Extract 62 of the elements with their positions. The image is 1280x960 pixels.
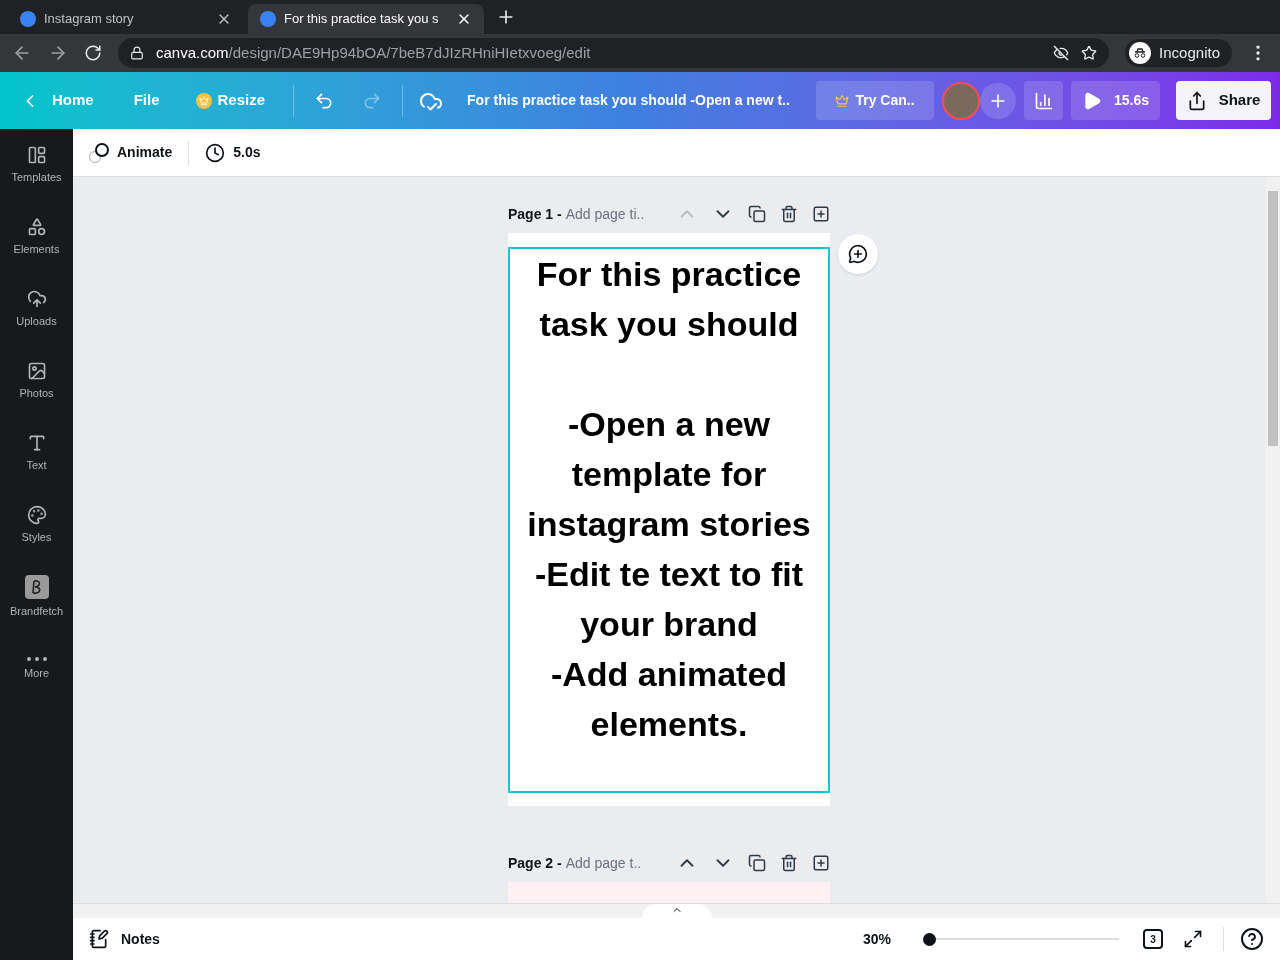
scrollbar[interactable] xyxy=(1265,177,1280,903)
duration-button[interactable]: 5.0s xyxy=(205,142,261,163)
page-label: Page 2 - xyxy=(508,853,562,873)
zoom-slider-thumb[interactable] xyxy=(923,932,936,946)
zoom-percent: 30% xyxy=(862,929,891,949)
profile-button[interactable]: Incognito xyxy=(1125,39,1232,67)
image-icon xyxy=(26,360,47,381)
incognito-icon xyxy=(1129,42,1152,64)
trash-icon[interactable] xyxy=(780,205,798,223)
crown-icon xyxy=(195,92,212,109)
crown-icon xyxy=(835,93,850,108)
sidebar-item[interactable]: More xyxy=(0,633,73,705)
add-page-icon[interactable] xyxy=(812,205,830,223)
page-title-field[interactable]: Add page t.. xyxy=(565,852,642,874)
star-icon[interactable] xyxy=(1081,45,1098,61)
shapes-icon xyxy=(26,216,47,237)
layout-icon xyxy=(26,144,47,165)
sidebar-item[interactable]: Templates xyxy=(0,129,73,201)
cloud-upload-icon xyxy=(26,288,47,309)
comment-icon[interactable] xyxy=(838,234,878,274)
duplicate-icon[interactable] xyxy=(748,854,766,872)
palette-icon xyxy=(26,504,47,525)
fullscreen-icon[interactable] xyxy=(1183,929,1203,949)
more-icon xyxy=(26,656,47,661)
sidebar-item[interactable]: Styles xyxy=(0,489,73,561)
reload-icon[interactable] xyxy=(84,44,102,62)
design-title[interactable]: For this practice task you should -Open a new t.. xyxy=(467,90,790,111)
sidebar-item[interactable]: Text xyxy=(0,417,73,489)
help-icon[interactable] xyxy=(1240,927,1264,951)
browser-tab[interactable]: For this practice task you s xyxy=(248,4,484,34)
clock-icon xyxy=(205,142,226,163)
browser-tab[interactable]: Instagram story xyxy=(8,4,244,34)
b-logo-icon xyxy=(24,574,49,599)
sidebar-item[interactable]: Elements xyxy=(0,201,73,273)
page-count-icon[interactable]: 3 xyxy=(1143,929,1163,949)
add-collaborator-icon[interactable] xyxy=(980,82,1016,119)
url-text: canva.com/design/DAE9Hp94bOA/7beB7dJIzRHniHIetxvoeg/edit xyxy=(156,42,592,63)
sidebar-item[interactable]: Uploads xyxy=(0,273,73,345)
horizontal-scrollbar[interactable] xyxy=(73,903,1280,918)
eye-slash-icon[interactable] xyxy=(1053,45,1070,61)
sidebar-item[interactable]: Photos xyxy=(0,345,73,417)
notes-button[interactable]: Notes xyxy=(89,928,160,950)
insights-icon[interactable] xyxy=(1024,81,1063,120)
add-page-icon[interactable] xyxy=(812,854,830,872)
tab-title: Instagram story xyxy=(44,10,135,29)
sidebar-item[interactable]: Brandfetch xyxy=(0,561,73,633)
animate-button[interactable]: Animate xyxy=(89,142,173,163)
tab-title: For this practice task you s xyxy=(284,10,440,29)
duplicate-icon[interactable] xyxy=(748,205,766,223)
try-pro-button[interactable]: Try Can.. xyxy=(816,81,934,120)
zoom-slider-track[interactable] xyxy=(923,932,1119,946)
trash-icon[interactable] xyxy=(780,854,798,872)
page-title-field[interactable]: Add page ti.. xyxy=(565,203,645,225)
present-button[interactable]: 15.6s xyxy=(1071,81,1160,120)
design-text[interactable]: For this practice task you should -Open a new template for instagram stories -Edit te text to fit your brand -Add animated elements. xyxy=(508,247,830,793)
notes-icon xyxy=(89,929,109,949)
lock-icon xyxy=(130,46,144,60)
page-label: Page 1 - xyxy=(508,204,562,224)
logo-icon xyxy=(20,11,36,27)
logo-icon xyxy=(260,11,276,27)
share-button[interactable]: Share xyxy=(1176,81,1271,120)
address-bar[interactable]: canva.com/design/DAE9Hp94bOA/7beB7dJIzRHniHIetxvoeg/edit xyxy=(118,38,1110,68)
